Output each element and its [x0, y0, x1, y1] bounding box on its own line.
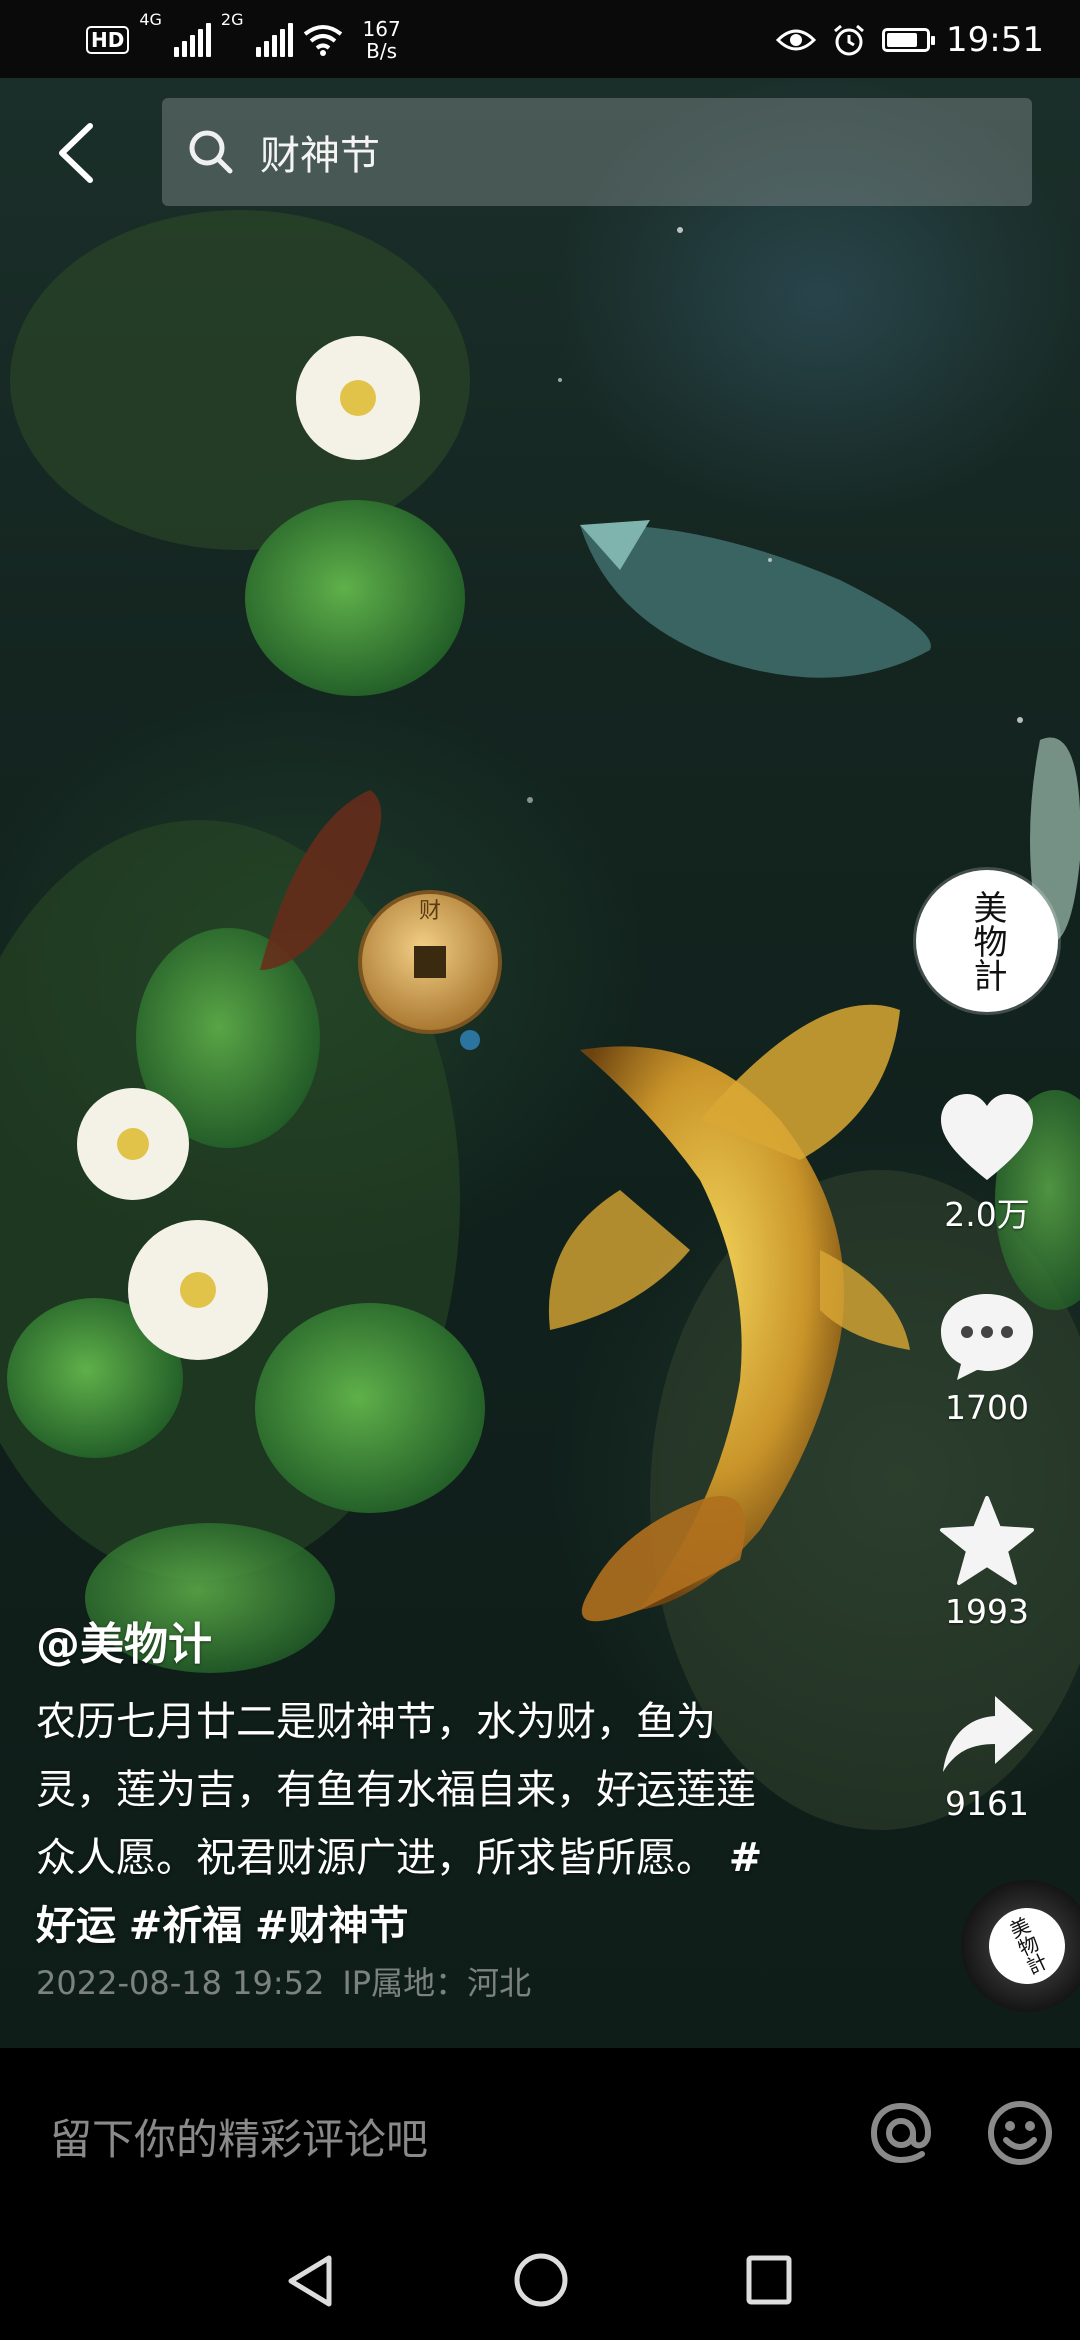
author-handle[interactable]: @美物计	[36, 1608, 212, 1672]
star-icon	[940, 1496, 1034, 1585]
status-bar: HD 4G 2G 167 B/s 19:51	[0, 0, 1080, 78]
search-query: 财神节	[260, 133, 380, 179]
comment-button[interactable]: 1700	[916, 1288, 1058, 1427]
share-count: 9161	[945, 1784, 1029, 1823]
post-date: 2022-08-18 19:52	[36, 1964, 325, 2002]
search-bar[interactable]: 财神节	[162, 98, 1032, 206]
favorite-count: 1993	[945, 1592, 1029, 1631]
hashtag[interactable]: #祈福	[129, 1903, 243, 1949]
alarm-icon	[834, 24, 864, 56]
status-bar-right: 19:51	[776, 10, 1044, 70]
status-bar-left: HD 4G 2G 167 B/s	[86, 10, 401, 70]
caption-text: 农历七月廿二是财神节，水为财，鱼为灵，莲为吉，有鱼有水福自来，好运莲莲众人愿。祝…	[36, 1699, 756, 1881]
favorite-button[interactable]: 1993	[916, 1494, 1058, 1631]
hashtag[interactable]: #财神节	[255, 1903, 409, 1949]
search-icon	[189, 130, 233, 174]
system-nav-bar	[0, 2216, 1080, 2340]
signal-icon	[173, 23, 211, 57]
post-meta: 2022-08-18 19:52 IP属地：河北	[36, 1958, 531, 2004]
back-arrow-icon[interactable]	[52, 118, 98, 188]
ip-location: IP属地：河北	[342, 1964, 532, 2002]
comment-count: 1700	[945, 1388, 1029, 1427]
comment-input[interactable]: 留下你的精彩评论吧	[50, 2106, 428, 2167]
heart-icon	[941, 1094, 1033, 1180]
wifi-icon	[303, 25, 342, 56]
net-speed: 167 B/s	[363, 18, 401, 62]
creator-avatar[interactable]: 美物計	[916, 870, 1058, 1012]
nav-back-icon[interactable]	[285, 2254, 335, 2308]
nav-recent-icon[interactable]	[745, 2254, 793, 2306]
clock: 19:51	[946, 20, 1044, 60]
video-caption: 农历七月廿二是财神节，水为财，鱼为灵，莲为吉，有鱼有水福自来，好运莲莲众人愿。祝…	[36, 1688, 776, 1960]
net-speed-value: 167	[362, 17, 401, 41]
battery-icon	[882, 28, 936, 52]
signal-icon	[255, 23, 293, 57]
music-disc-label: 美物計	[976, 1895, 1078, 1997]
at-icon[interactable]	[866, 2098, 936, 2168]
hd-badge: HD	[86, 26, 130, 54]
eye-icon	[776, 29, 817, 51]
comment-bubble-icon	[941, 1294, 1033, 1380]
sim2-label: 2G	[220, 10, 244, 29]
share-button[interactable]: 9161	[916, 1690, 1058, 1823]
net-speed-unit: B/s	[366, 39, 398, 63]
sim1-label: 4G	[139, 10, 162, 29]
share-arrow-icon	[943, 1696, 1033, 1772]
like-button[interactable]: 2.0万	[916, 1092, 1058, 1236]
like-count: 2.0万	[944, 1195, 1030, 1234]
emoji-icon[interactable]	[985, 2098, 1055, 2168]
nav-home-icon[interactable]	[513, 2252, 569, 2308]
comment-bar: 留下你的精彩评论吧	[0, 2048, 1080, 2216]
coin-text: 财	[419, 899, 441, 924]
